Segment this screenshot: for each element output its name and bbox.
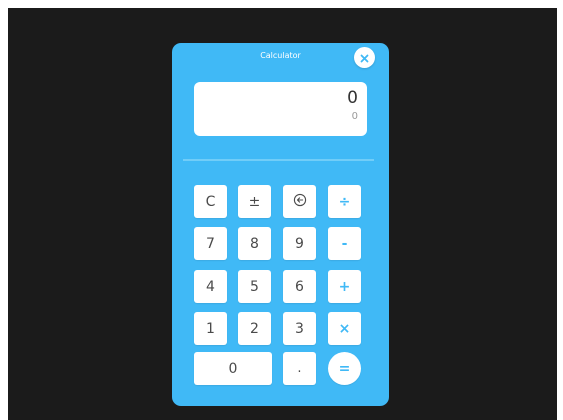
close-icon [360, 48, 369, 67]
digit-8-button[interactable]: 8 [238, 227, 271, 260]
digit-9-button[interactable]: 9 [283, 227, 316, 260]
calculator-window: Calculator 0 0 C ± ÷ 7 8 9 - 4 5 6 + 1 2… [172, 43, 389, 406]
plus-minus-button[interactable]: ± [238, 185, 271, 218]
backspace-button[interactable] [283, 185, 316, 218]
divide-button[interactable]: ÷ [328, 185, 361, 218]
minus-button[interactable]: - [328, 227, 361, 260]
digit-6-button[interactable]: 6 [283, 270, 316, 303]
clear-button[interactable]: C [194, 185, 227, 218]
digit-1-button[interactable]: 1 [194, 312, 227, 345]
result-display: 0 0 [194, 82, 367, 136]
digit-5-button[interactable]: 5 [238, 270, 271, 303]
backspace-icon [293, 193, 307, 211]
decimal-button[interactable]: . [283, 352, 316, 385]
multiply-button[interactable]: × [328, 312, 361, 345]
equals-button[interactable]: = [328, 352, 361, 385]
divider [183, 159, 374, 161]
digit-3-button[interactable]: 3 [283, 312, 316, 345]
close-button[interactable] [354, 47, 375, 68]
digit-0-button[interactable]: 0 [194, 352, 272, 385]
plus-button[interactable]: + [328, 270, 361, 303]
digit-4-button[interactable]: 4 [194, 270, 227, 303]
digit-2-button[interactable]: 2 [238, 312, 271, 345]
display-expression: 0 [351, 111, 358, 122]
digit-7-button[interactable]: 7 [194, 227, 227, 260]
display-value: 0 [347, 88, 358, 108]
